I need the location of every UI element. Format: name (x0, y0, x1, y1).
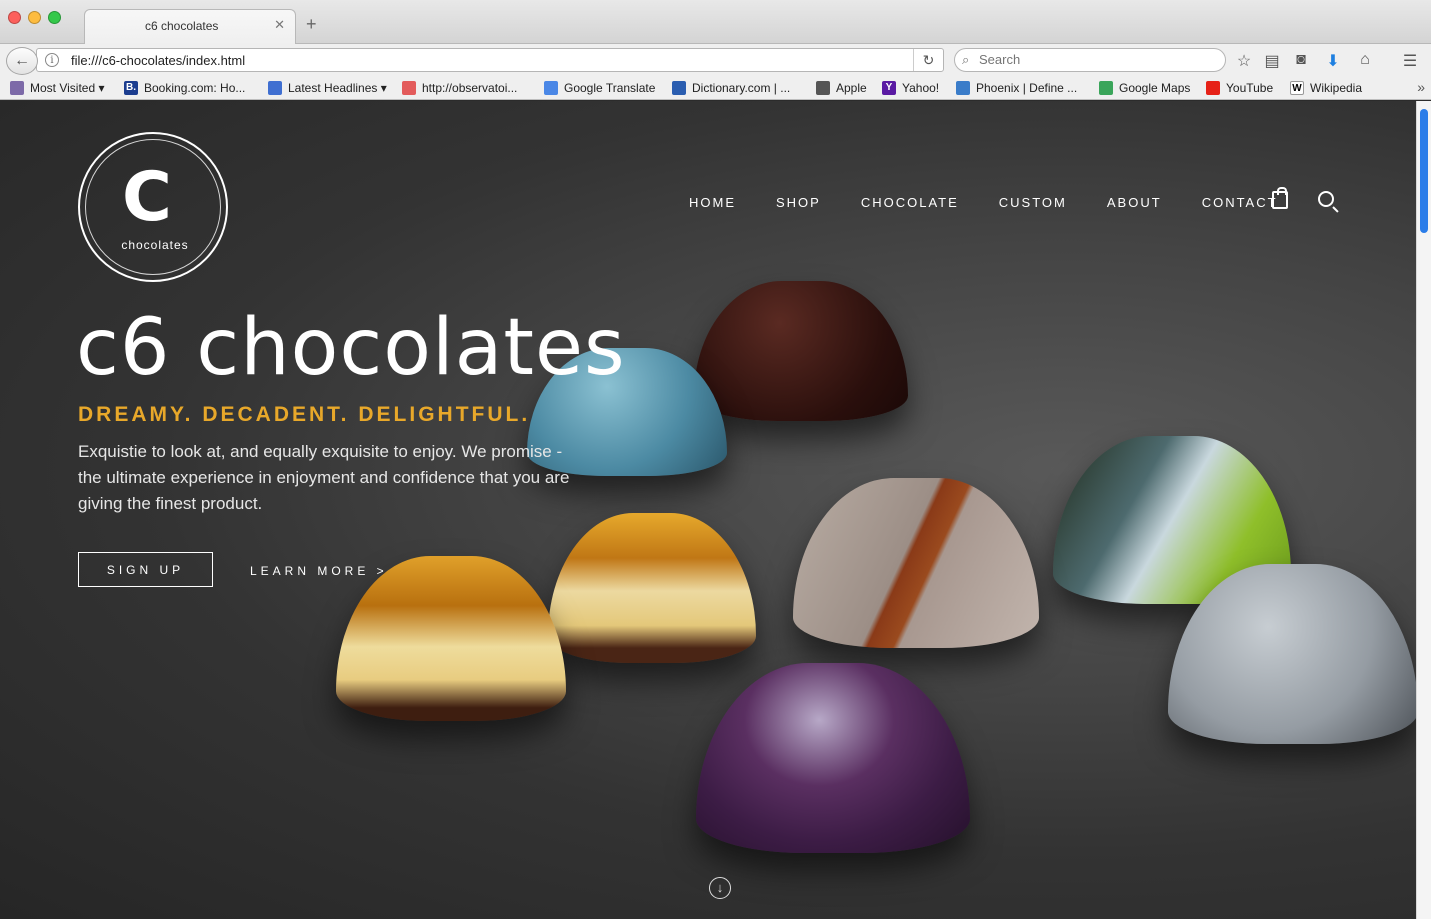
site-nav: HOME SHOP CHOCOLATE CUSTOM ABOUT CONTACT (689, 195, 1318, 210)
bookmark-yahoo[interactable]: Y Yahoo! (882, 81, 939, 95)
menu-icon[interactable]: ☰ (1400, 51, 1420, 71)
back-button[interactable]: ← (6, 47, 38, 75)
nav-home[interactable]: HOME (689, 195, 736, 210)
nav-shop[interactable]: SHOP (776, 195, 821, 210)
chevron-right-icon[interactable]: » (1417, 79, 1425, 95)
bookmark-label: Yahoo! (902, 81, 940, 95)
tab-title: c6 chocolates (145, 19, 219, 33)
bookmark-label: Dictionary.com | ... (692, 81, 791, 95)
close-icon[interactable]: ✕ (274, 17, 285, 33)
hero-description: Exquistie to look at, and equally exquis… (78, 442, 570, 513)
bookmark-label: Wikipedia (1310, 81, 1363, 95)
pocket-icon[interactable]: ◙ (1291, 51, 1311, 69)
chocolate-dark-speckled (694, 281, 908, 421)
download-icon[interactable]: ⬇ (1323, 51, 1343, 71)
bookmark-label: Phoenix | Define ... (976, 81, 1078, 95)
browser-search-box[interactable]: ⌕ (954, 48, 1226, 72)
chocolate-orange-half-left (336, 556, 566, 721)
translate-icon (544, 81, 558, 95)
apple-icon (816, 81, 830, 95)
page-icon (402, 81, 416, 95)
search-icon: ⌕ (962, 52, 970, 67)
chocolate-purple-swirl (696, 663, 970, 853)
bookmark-label: Booking.com: Ho... (144, 81, 246, 95)
bookmark-label: Google Maps (1119, 81, 1191, 95)
youtube-icon (1206, 81, 1220, 95)
bookmark-label: Latest Headlines ▾ (288, 81, 387, 95)
hero-tagline: DREAMY. DECADENT. DELIGHTFUL. (78, 403, 531, 426)
bookmark-page[interactable]: Phoenix | Define ... (956, 81, 1077, 95)
rss-icon (268, 81, 282, 95)
home-icon[interactable]: ⌂ (1355, 51, 1375, 69)
window-titlebar: c6 chocolates ✕ + (0, 0, 1431, 45)
nav-about[interactable]: ABOUT (1107, 195, 1162, 210)
address-bar[interactable]: i file:///c6-chocolates/index.html ↻ (36, 48, 944, 72)
bookmark-label: Most Visited ▾ (30, 81, 105, 95)
reading-list-icon[interactable]: ▤ (1262, 51, 1282, 71)
close-window-button[interactable] (8, 11, 21, 24)
hero-title: c6 chocolates (76, 303, 626, 393)
nav-custom[interactable]: CUSTOM (999, 195, 1067, 210)
back-arrow-icon: ← (14, 52, 30, 69)
chocolate-striped (793, 478, 1039, 648)
bookmark-folder[interactable]: Most Visited ▾ (10, 81, 105, 95)
scroll-down-icon[interactable]: ↓ (709, 877, 731, 899)
wikipedia-icon: W (1290, 81, 1304, 95)
page-icon (956, 81, 970, 95)
bookmark-star-icon[interactable]: ☆ (1234, 51, 1254, 71)
bookmark-dictionary[interactable]: Dictionary.com | ... (672, 81, 790, 95)
nav-contact[interactable]: CONTACT (1202, 195, 1278, 210)
bookmark-wikipedia[interactable]: W Wikipedia (1290, 81, 1362, 95)
url-text[interactable]: file:///c6-chocolates/index.html (71, 53, 245, 68)
bookmark-rss[interactable]: Latest Headlines ▾ (268, 81, 387, 95)
sign-up-button[interactable]: SIGN UP (78, 552, 213, 587)
folder-icon (10, 81, 24, 95)
browser-tab[interactable]: c6 chocolates ✕ (84, 9, 296, 45)
nav-chocolate[interactable]: CHOCOLATE (861, 195, 959, 210)
minimize-window-button[interactable] (28, 11, 41, 24)
shopping-bag-icon[interactable] (1272, 187, 1288, 209)
zoom-window-button[interactable] (48, 11, 61, 24)
learn-more-link[interactable]: LEARN MORE > (250, 564, 388, 578)
dictionary-icon (672, 81, 686, 95)
scrollbar-thumb[interactable] (1420, 109, 1428, 233)
bookmark-youtube[interactable]: YouTube (1206, 81, 1273, 95)
bookmark-booking[interactable]: B. Booking.com: Ho... (124, 81, 245, 95)
new-tab-button[interactable]: + (306, 14, 317, 35)
info-icon[interactable]: i (45, 53, 59, 67)
page-scrollbar[interactable] (1416, 101, 1431, 919)
bookmark-translate[interactable]: Google Translate (544, 81, 655, 95)
yahoo-icon: Y (882, 81, 896, 95)
reload-icon[interactable]: ↻ (913, 49, 943, 71)
bookmark-label: Google Translate (564, 81, 656, 95)
site-logo[interactable]: C chocolates (78, 132, 228, 282)
browser-search-input[interactable] (979, 52, 1209, 67)
bookmark-label: Apple (836, 81, 867, 95)
logo-text: chocolates (121, 238, 189, 252)
bookmark-maps[interactable]: Google Maps (1099, 81, 1190, 95)
bookmark-apple[interactable]: Apple (816, 81, 867, 95)
bookmark-label: YouTube (1226, 81, 1274, 95)
bookmark-page[interactable]: http://observatoi... (402, 81, 517, 95)
booking-icon: B. (124, 81, 138, 95)
browser-toolbar: i file:///c6-chocolates/index.html ↻ ← ⌕… (0, 44, 1431, 76)
page-viewport: C chocolates HOME SHOP CHOCOLATE CUSTOM … (0, 101, 1416, 919)
search-icon[interactable] (1318, 191, 1334, 207)
bookmarks-toolbar: » Most Visited ▾ B. Booking.com: Ho... Late… (0, 76, 1431, 100)
maps-icon (1099, 81, 1113, 95)
chocolate-orange-half (548, 513, 756, 663)
bookmark-label: http://observatoi... (422, 81, 518, 95)
logo-letter: C (122, 158, 172, 237)
